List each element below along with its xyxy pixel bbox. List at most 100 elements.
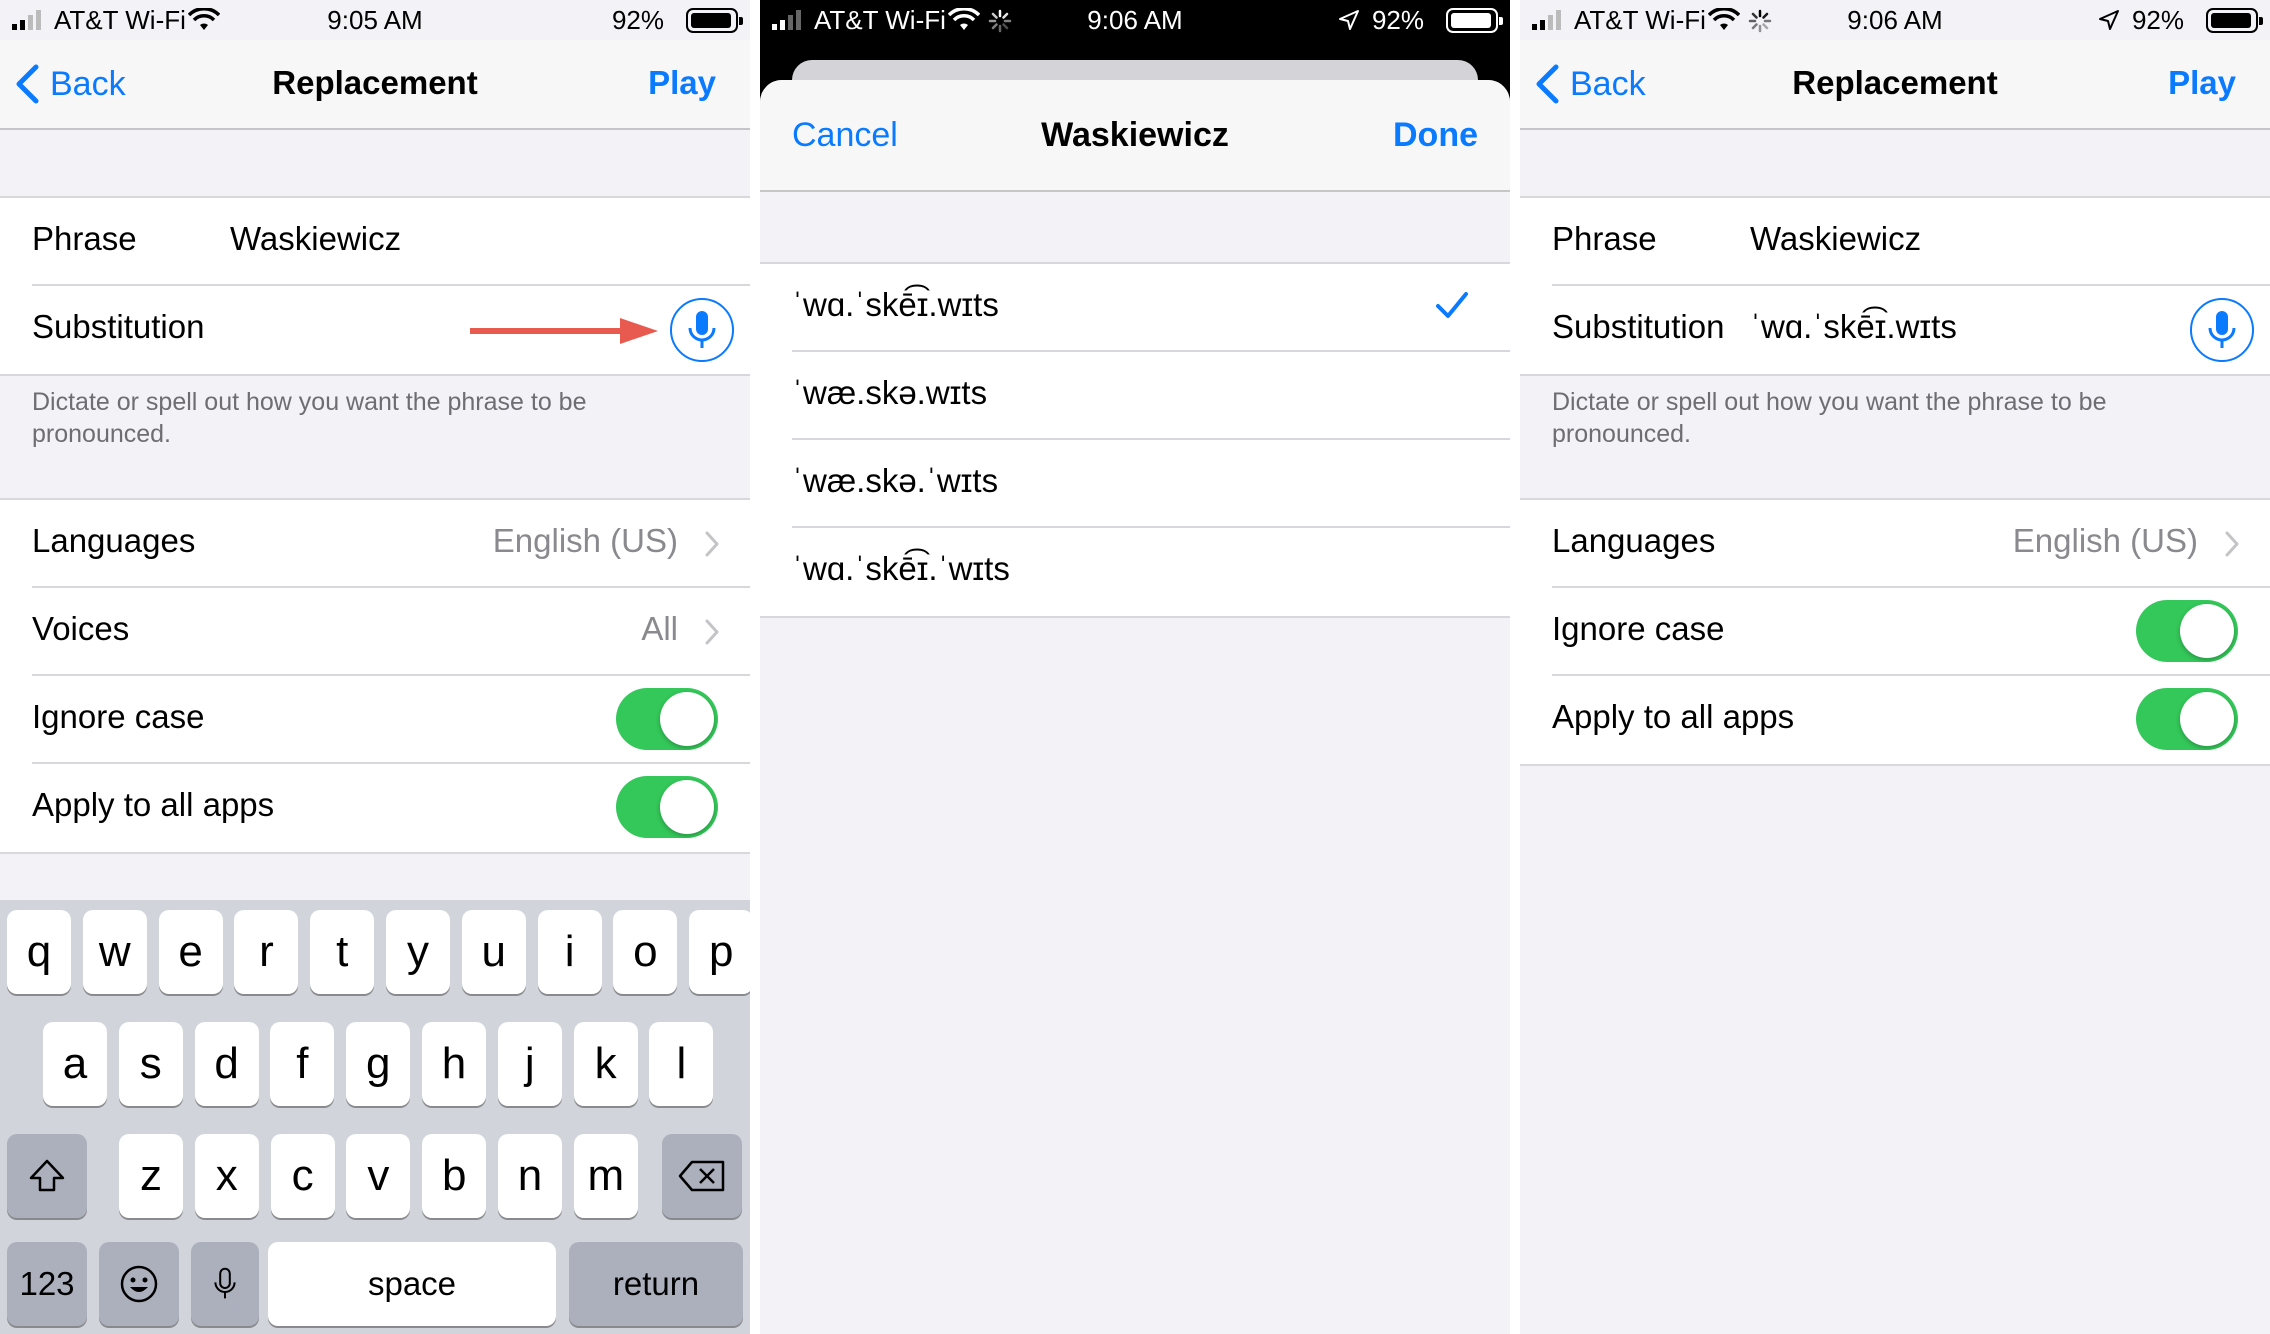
phrase-field[interactable]: Waskiewicz — [230, 220, 401, 258]
microphone-icon — [214, 1267, 236, 1299]
apply-all-row: Apply to all apps — [32, 764, 750, 852]
pronunciation-option[interactable]: ˈwɑ.ˈskē͡ɪ.wɪts — [792, 264, 1510, 352]
numbers-key[interactable]: 123 — [7, 1242, 87, 1326]
location-arrow-icon — [1339, 10, 1359, 30]
languages-label: Languages — [32, 522, 196, 559]
key-x[interactable]: x — [194, 1134, 259, 1218]
key-l[interactable]: l — [649, 1022, 714, 1106]
key-e[interactable]: e — [158, 910, 223, 994]
battery-icon — [686, 8, 743, 33]
languages-row[interactable]: Languages English (US) — [32, 500, 750, 588]
key-n[interactable]: n — [498, 1134, 562, 1218]
battery-icon — [2206, 8, 2263, 33]
apply-all-toggle[interactable] — [2136, 688, 2238, 750]
phrase-field[interactable]: Waskiewicz — [1750, 220, 1921, 258]
pronunciation-option[interactable]: ˈwæ.skə.ˈwɪts — [792, 440, 1510, 528]
location-arrow-icon — [2099, 10, 2119, 30]
phrase-row[interactable]: Phrase Waskiewicz — [1552, 198, 2270, 286]
page-title: Replacement — [272, 64, 478, 101]
pronunciation-option[interactable]: ˈwæ.skə.wɪts — [792, 352, 1510, 440]
languages-row[interactable]: Languages English (US) — [1552, 500, 2270, 588]
battery-percent: 92% — [2131, 5, 2184, 35]
voices-value: All — [641, 610, 678, 647]
ignore-case-toggle[interactable] — [2136, 600, 2238, 662]
space-key[interactable]: space — [268, 1242, 556, 1326]
dictate-button[interactable] — [670, 298, 734, 362]
phrase-label: Phrase — [1552, 220, 1657, 257]
done-button[interactable]: Done — [1393, 116, 1478, 155]
apply-all-row: Apply to all apps — [1552, 676, 2270, 764]
phrase-label: Phrase — [32, 220, 137, 257]
chevron-right-icon — [705, 531, 719, 557]
key-i[interactable]: i — [537, 910, 602, 994]
key-a[interactable]: a — [43, 1022, 107, 1106]
key-h[interactable]: h — [422, 1022, 486, 1106]
key-g[interactable]: g — [346, 1022, 411, 1106]
languages-value: English (US) — [492, 522, 678, 559]
return-key[interactable]: return — [569, 1242, 743, 1326]
key-k[interactable]: k — [573, 1022, 638, 1106]
ignore-case-label: Ignore case — [32, 698, 205, 735]
dictation-key[interactable] — [191, 1242, 259, 1326]
options-group: Languages English (US) Voices All Ignore… — [0, 498, 750, 854]
key-f[interactable]: f — [270, 1022, 335, 1106]
key-q[interactable]: q — [7, 910, 71, 994]
key-t[interactable]: t — [310, 910, 375, 994]
pronunciation-option[interactable]: ˈwɑ.ˈskē͡ɪ.ˈwɪts — [792, 528, 1510, 616]
keyboard: qwertyuiop asdfghjkl zxcvbnm 123 space r… — [0, 900, 750, 1334]
dictate-button[interactable] — [2190, 298, 2254, 362]
apply-all-toggle[interactable] — [616, 776, 718, 838]
microphone-icon — [688, 311, 716, 348]
substitution-field[interactable]: ˈwɑ.ˈskē͡ɪ.wɪts — [1750, 308, 1957, 346]
shift-icon — [29, 1159, 65, 1192]
key-c[interactable]: c — [270, 1134, 335, 1218]
pronunciation-text: ˈwæ.skə.wɪts — [792, 374, 988, 411]
ignore-case-row: Ignore case — [1552, 588, 2270, 676]
shift-key[interactable] — [7, 1134, 87, 1218]
ignore-case-label: Ignore case — [1552, 610, 1725, 647]
key-j[interactable]: j — [497, 1022, 562, 1106]
navigation-bar: Back Replacement Play — [1520, 40, 2270, 130]
battery-icon — [1446, 8, 1503, 33]
ignore-case-toggle[interactable] — [616, 688, 718, 750]
key-m[interactable]: m — [573, 1134, 638, 1218]
options-group: Languages English (US) Ignore case Apply… — [1520, 498, 2270, 766]
play-button[interactable]: Play — [648, 64, 716, 102]
play-button[interactable]: Play — [2168, 64, 2236, 102]
key-z[interactable]: z — [119, 1134, 183, 1218]
key-w[interactable]: w — [82, 910, 147, 994]
key-o[interactable]: o — [613, 910, 678, 994]
apply-all-label: Apply to all apps — [1552, 698, 1795, 735]
key-v[interactable]: v — [346, 1134, 411, 1218]
backspace-icon — [678, 1160, 725, 1192]
phrase-group: Phrase Waskiewicz Substitution — [0, 196, 750, 376]
key-y[interactable]: y — [386, 910, 450, 994]
chevron-right-icon — [2225, 531, 2239, 557]
ignore-case-row: Ignore case — [32, 676, 750, 764]
microphone-icon — [2208, 311, 2236, 348]
key-r[interactable]: r — [234, 910, 299, 994]
page-title: Replacement — [1792, 64, 1998, 101]
emoji-icon — [120, 1265, 158, 1303]
screen-replacement-result: AT&T Wi-Fi 9:06 AM 92% Back Replacement … — [1520, 0, 2270, 1334]
emoji-key[interactable] — [99, 1242, 179, 1326]
phrase-row[interactable]: Phrase Waskiewicz — [32, 198, 750, 286]
substitution-row[interactable]: Substitution ˈwɑ.ˈskē͡ɪ.wɪts — [1552, 286, 2270, 374]
status-bar: AT&T Wi-Fi 9:06 AM 92% — [1520, 0, 2270, 40]
key-b[interactable]: b — [422, 1134, 487, 1218]
delete-key[interactable] — [662, 1134, 742, 1218]
status-bar: AT&T Wi-Fi 9:06 AM 92% — [760, 0, 1510, 40]
battery-percent: 92% — [611, 5, 664, 35]
apply-all-label: Apply to all apps — [32, 786, 275, 823]
voices-row[interactable]: Voices All — [32, 588, 750, 676]
key-s[interactable]: s — [118, 1022, 183, 1106]
key-u[interactable]: u — [461, 910, 526, 994]
substitution-label: Substitution — [1552, 308, 1725, 345]
checkmark-icon — [1436, 292, 1468, 318]
key-p[interactable]: p — [689, 910, 750, 994]
chevron-right-icon — [705, 619, 719, 645]
annotation-arrow-icon — [470, 318, 658, 344]
screen-replacement-editing: AT&T Wi-Fi 9:05 AM 92% Back Replacement … — [0, 0, 750, 1334]
key-d[interactable]: d — [194, 1022, 259, 1106]
screen-pronunciation-picker: AT&T Wi-Fi 9:06 AM 92% Cancel Waskiewicz… — [760, 0, 1510, 1334]
